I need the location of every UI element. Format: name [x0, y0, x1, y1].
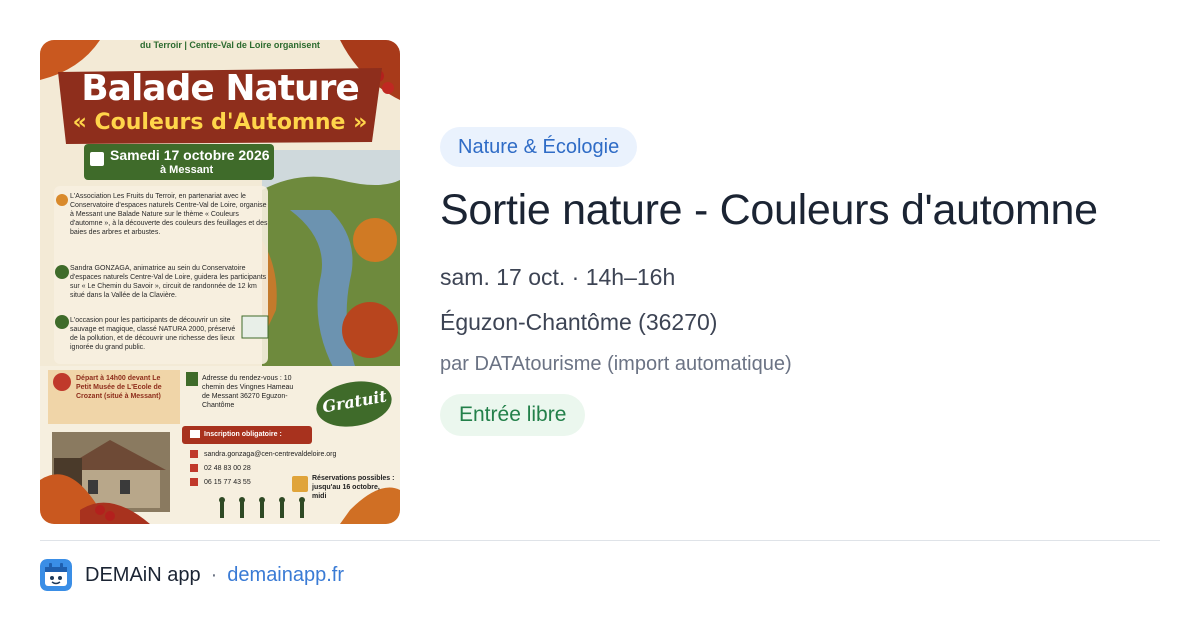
domain-link[interactable]: demainapp.fr	[227, 564, 344, 587]
poster-organizer-line: du Terroir | Centre-Val de Loire organis…	[140, 40, 320, 50]
category-badge[interactable]: Nature & Écologie	[440, 127, 638, 167]
event-location: Éguzon-Chantôme (36270)	[440, 309, 718, 335]
poster-phone-2: 06 15 77 43 55	[204, 479, 251, 486]
poster-paragraph-1: L'Association Les Fruits du Terroir, en …	[70, 193, 268, 236]
poster-reservation: Réservations possibles : jusqu'au 16 oct…	[312, 475, 395, 500]
poster-subtitle: « Couleurs d'Automne »	[72, 110, 368, 135]
footer: DEMAiN app · demainapp.fr	[40, 559, 344, 591]
poster-date: Samedi 17 octobre 2026	[110, 147, 270, 163]
event-poster-image: du Terroir | Centre-Val de Loire organis…	[40, 40, 400, 524]
price-badge: Entrée libre	[440, 394, 586, 436]
poster-title: Balade Nature	[81, 68, 360, 109]
poster-paragraph-2: Sandra GONZAGA, animatrice au sein du Co…	[70, 265, 267, 299]
poster-paragraph-3: L'occasion pour les participants de déco…	[70, 317, 236, 351]
footer-divider	[40, 540, 1160, 541]
poster-email: sandra.gonzaga@cen-centrevaldeloire.org	[204, 451, 337, 458]
poster-meeting-address: Adresse du rendez-vous : 10 chemin des V…	[202, 375, 294, 409]
poster-registration: Inscription obligatoire :	[204, 431, 282, 438]
event-title: Sortie nature - Couleurs d'automne	[440, 186, 1098, 234]
poster-departure: Départ à 14h00 devant Le Petit Musée de …	[76, 375, 162, 400]
event-source: par DATAtourisme (import automatique)	[440, 353, 792, 375]
app-logo-icon[interactable]	[40, 559, 72, 591]
poster-phone-1: 02 48 83 00 28	[204, 465, 251, 472]
event-datetime: sam. 17 oct. · 14h–16h	[440, 264, 676, 290]
footer-separator: ·	[210, 563, 218, 586]
app-name: DEMAiN app	[85, 563, 201, 586]
poster-place: à Messant	[160, 164, 214, 176]
